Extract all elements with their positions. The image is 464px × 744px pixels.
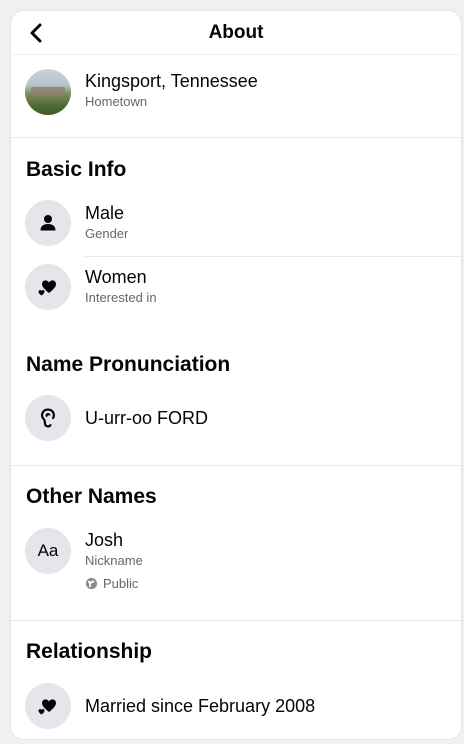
basic-info-interested-row[interactable]: Women Interested in: [25, 264, 157, 310]
person-icon: [25, 200, 71, 246]
gender-label: Gender: [85, 226, 129, 241]
interested-in-label: Interested in: [85, 290, 157, 305]
hometown-row[interactable]: Kingsport, Tennessee Hometown: [25, 69, 258, 115]
top-bar: About: [11, 11, 461, 55]
relationship-value: Married since February 2008: [85, 696, 316, 716]
page-title: About: [208, 21, 264, 43]
pronunciation-value: U-urr-oo FORD: [85, 408, 209, 428]
nickname-label: Nickname: [85, 553, 143, 568]
about-card: About Kingsport, Tennessee Hometown Basi…: [10, 10, 462, 740]
hometown-photo: [25, 69, 71, 115]
basic-info-gender-row[interactable]: Male Gender: [25, 200, 128, 246]
ear-icon[interactable]: [25, 395, 71, 441]
interested-in-value: Women: [85, 267, 147, 287]
gender-value: Male: [85, 203, 125, 223]
section-title-name-pronunciation: Name Pronunciation: [26, 353, 231, 376]
hearts-icon: [25, 683, 71, 729]
chevron-left-icon: [30, 23, 42, 43]
name-pronunciation-row[interactable]: U-urr-oo FORD: [25, 395, 208, 441]
globe-icon: [85, 577, 98, 590]
hometown-label: Hometown: [85, 94, 148, 109]
hearts-icon: [25, 264, 71, 310]
text-aa-icon: Aa: [25, 528, 71, 574]
privacy-label: Public: [103, 576, 139, 591]
privacy-indicator: Public: [85, 576, 143, 591]
nickname-value: Josh: [85, 530, 124, 550]
section-title-other-names: Other Names: [26, 485, 157, 508]
section-title-relationship: Relationship: [26, 640, 153, 663]
back-button[interactable]: [25, 22, 47, 44]
other-names-row[interactable]: Aa Josh Nickname Public: [25, 528, 143, 591]
relationship-row[interactable]: Married since February 2008: [25, 683, 315, 729]
divider: [11, 137, 461, 138]
divider: [11, 620, 461, 621]
hometown-name: Kingsport, Tennessee: [85, 71, 258, 91]
divider: [11, 465, 461, 466]
section-title-basic-info: Basic Info: [26, 158, 127, 181]
divider: [85, 256, 461, 257]
